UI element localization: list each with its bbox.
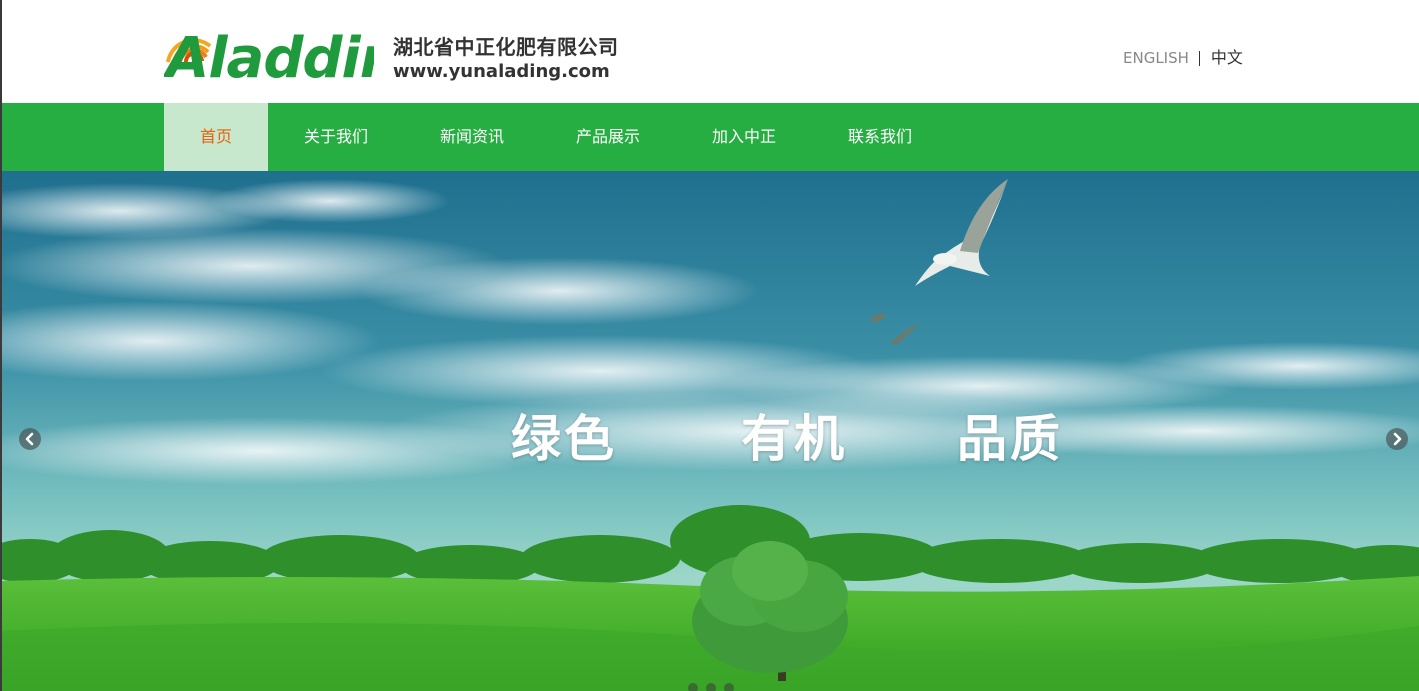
main-nav: 首页 关于我们 新闻资讯 产品展示 加入中正 联系我们 [0,103,1419,171]
next-slide-button[interactable] [1386,428,1408,450]
slogan-green: 绿色 [511,410,617,468]
chevron-left-icon [25,432,34,446]
nav-item-home[interactable]: 首页 [164,103,268,171]
nav-item-about[interactable]: 关于我们 [268,103,404,171]
slide-dot-1[interactable] [688,683,698,691]
company-name: 湖北省中正化肥有限公司 [393,35,619,59]
window-edge [0,0,2,691]
lang-divider [1198,50,1200,66]
nav-list: 首页 关于我们 新闻资讯 产品展示 加入中正 联系我们 [164,103,948,171]
logo-text: Aladdin [164,26,374,82]
site-header: Aladdin 湖北省中正化肥有限公司 www.yunalading.com E… [0,0,1419,103]
language-switcher: ENGLISH 中文 [1123,46,1243,70]
aladdin-logo[interactable]: Aladdin [164,16,374,82]
slide-dot-2[interactable] [706,683,716,691]
company-url[interactable]: www.yunalading.com [393,60,619,84]
lang-chinese-link[interactable]: 中文 [1211,46,1243,70]
nav-item-products[interactable]: 产品展示 [540,103,676,171]
company-info: 湖北省中正化肥有限公司 www.yunalading.com [393,34,619,84]
slide-indicators [688,683,734,691]
nav-item-join[interactable]: 加入中正 [676,103,812,171]
prev-slide-button[interactable] [19,428,41,450]
nav-item-contact[interactable]: 联系我们 [812,103,948,171]
banner-image [0,171,1419,691]
slogan-quality: 品质 [957,410,1063,468]
lang-english-link[interactable]: ENGLISH [1123,46,1189,70]
slide-dot-3[interactable] [724,683,734,691]
hero-banner: 绿色 有机 品质 [0,171,1419,691]
nav-item-news[interactable]: 新闻资讯 [404,103,540,171]
slogan-organic: 有机 [741,410,847,468]
chevron-right-icon [1393,432,1402,446]
